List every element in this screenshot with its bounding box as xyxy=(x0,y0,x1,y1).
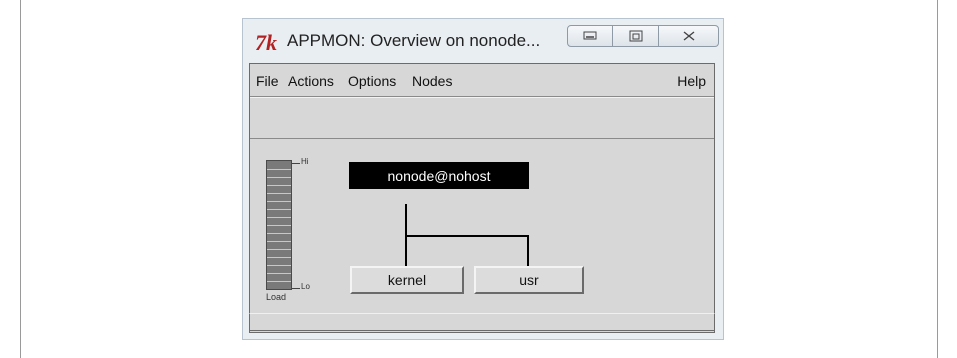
node-button-root[interactable]: nonode@nohost xyxy=(349,162,529,189)
menu-file[interactable]: File xyxy=(256,73,279,89)
close-button[interactable] xyxy=(659,25,719,47)
toolbar-area xyxy=(250,97,714,139)
close-icon xyxy=(683,31,694,41)
maximize-icon xyxy=(629,30,642,42)
menu-bar: File Actions Options Nodes Help xyxy=(250,64,714,97)
tk-logo-icon: 7k xyxy=(255,30,277,55)
maximize-button[interactable] xyxy=(613,25,659,47)
load-meter-high-tick xyxy=(292,163,300,164)
app-button-kernel[interactable]: kernel xyxy=(350,266,464,294)
page-border-right xyxy=(937,0,938,358)
title-bar[interactable]: 7k APPMON: Overview on nonode... xyxy=(243,19,723,63)
menu-actions[interactable]: Actions xyxy=(288,73,334,89)
page-border-left xyxy=(20,0,21,358)
client-area: File Actions Options Nodes Help Hi Lo Lo… xyxy=(249,63,715,333)
minimize-icon xyxy=(583,31,597,40)
load-meter xyxy=(266,160,292,290)
load-meter-low-tick xyxy=(292,288,300,289)
app-button-usr[interactable]: usr xyxy=(474,266,584,294)
load-meter-high-label: Hi xyxy=(301,157,309,166)
window-controls xyxy=(567,25,719,49)
status-bar xyxy=(249,313,715,331)
minimize-button[interactable] xyxy=(567,25,613,47)
tree-connector-horizontal xyxy=(405,235,529,237)
menu-help[interactable]: Help xyxy=(677,73,706,89)
window-title: APPMON: Overview on nonode... xyxy=(287,31,541,50)
tree-connector-usr xyxy=(527,235,529,266)
load-meter-label: Load xyxy=(266,292,287,302)
menu-options[interactable]: Options xyxy=(348,73,396,89)
load-meter-low-label: Lo xyxy=(301,282,310,291)
menu-nodes[interactable]: Nodes xyxy=(412,73,452,89)
appmon-window: 7k APPMON: Overview on nonode... File Ac… xyxy=(242,18,724,340)
